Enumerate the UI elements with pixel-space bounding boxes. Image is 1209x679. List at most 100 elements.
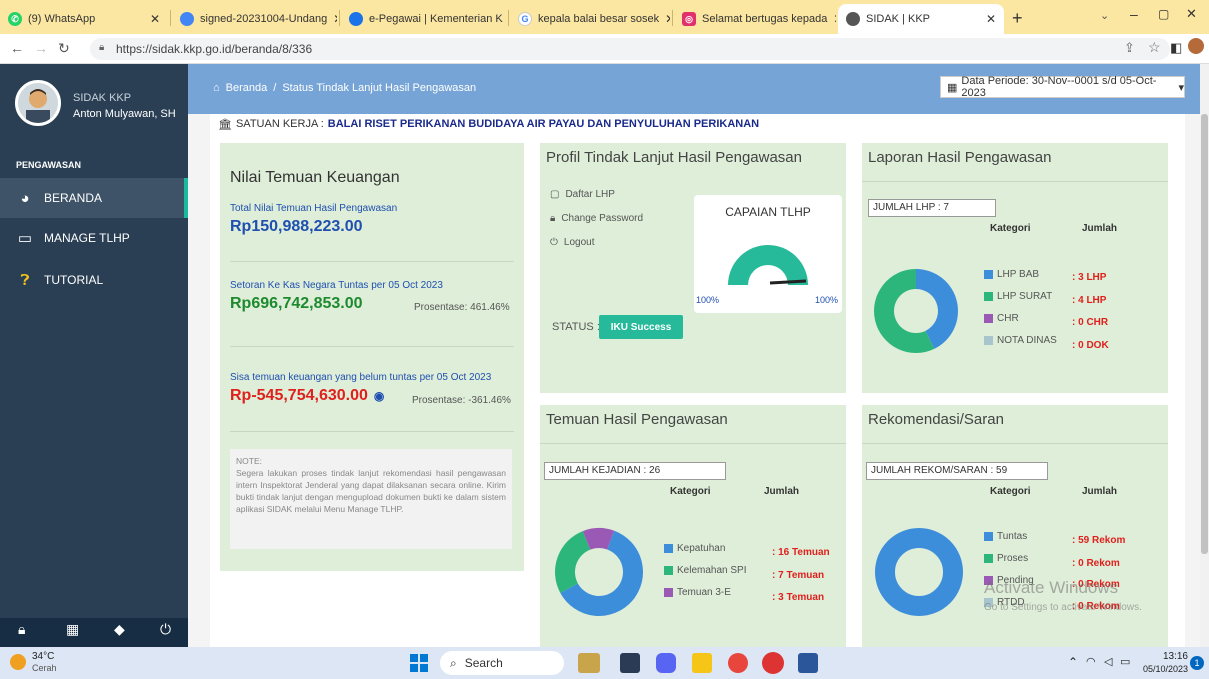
whatsapp-icon: ✆: [8, 12, 22, 26]
close-icon[interactable]: ✕: [659, 12, 670, 26]
battery-icon[interactable]: ▭: [1120, 655, 1130, 668]
period-dropdown[interactable]: ▦ Data Periode: 30-Nov--0001 s/d 05-Oct-…: [940, 75, 1185, 99]
notification-badge[interactable]: 1: [1190, 656, 1204, 670]
close-window-button[interactable]: ✕: [1186, 6, 1197, 22]
jumlah-lhp-box: JUMLAH LHP : 7: [868, 199, 996, 217]
word-icon[interactable]: [798, 653, 818, 673]
divider: [230, 346, 514, 347]
legend-swatch: [984, 314, 993, 323]
period-text: Data Periode: 30-Nov--0001 s/d 05-Oct-20…: [961, 75, 1157, 99]
tab-signed[interactable]: signed-20231004-Undang ✕: [172, 4, 337, 34]
close-icon[interactable]: ✕: [144, 12, 160, 26]
legend-swatch: [984, 336, 993, 345]
weather-sun-icon[interactable]: [10, 654, 26, 670]
taskview-icon[interactable]: [620, 653, 640, 673]
panel-profil: Profil Tindak Lanjut Hasil Pengawasan ▢ D…: [540, 143, 846, 393]
power-icon[interactable]: ⏻: [160, 621, 171, 638]
activate-windows-title: Activate Windows: [984, 578, 1119, 597]
gauge-title: CAPAIAN TLHP: [725, 205, 811, 219]
taskbar-search[interactable]: ⌕ Search: [440, 651, 564, 675]
tag-icon[interactable]: ◆: [114, 621, 125, 638]
grid-icon[interactable]: ▦: [66, 621, 79, 638]
tray-up-icon[interactable]: ⌃: [1068, 655, 1078, 669]
address-bar[interactable]: 🔒︎ https://sidak.kkp.go.id/beranda/8/336: [90, 38, 1170, 60]
monitor-icon: ▭: [17, 230, 33, 247]
scrollbar-thumb[interactable]: [1201, 114, 1208, 554]
tab-google-search[interactable]: G kepala balai besar sosek ✕: [510, 4, 670, 34]
satuan-label: SATUAN KERJA :: [235, 118, 324, 130]
windows-start-icon[interactable]: [410, 654, 428, 672]
taskbar-app-icon[interactable]: [578, 653, 600, 673]
reload-icon[interactable]: ↻: [58, 40, 70, 57]
tab-search-icon[interactable]: ⌄: [1100, 9, 1109, 22]
tab-instagram[interactable]: ◎ Selamat bertugas kepada ✕: [674, 4, 836, 34]
legend-label: Temuan 3-E: [677, 587, 731, 598]
legend-label: NOTA DINAS: [997, 335, 1057, 346]
bookmark-star-icon[interactable]: ☆: [1148, 39, 1161, 56]
lock-icon[interactable]: 🔒︎: [18, 621, 25, 638]
tab-whatsapp[interactable]: ✆ (9) WhatsApp ✕: [0, 4, 168, 34]
close-icon[interactable]: ✕: [827, 12, 836, 26]
profile-avatar[interactable]: [1188, 38, 1204, 54]
document-icon: ▢: [550, 189, 560, 200]
legend-proses: Proses: [984, 553, 1028, 564]
setoran-value: Rp696,742,853.00: [230, 295, 363, 312]
kategori-header: Kategori: [670, 486, 711, 497]
file-explorer-icon[interactable]: [692, 653, 712, 673]
chrome-active-icon[interactable]: [762, 652, 784, 674]
close-icon[interactable]: ✕: [980, 12, 996, 26]
new-tab-button[interactable]: +: [1012, 8, 1023, 29]
value-nota-dinas: : 0 DOK: [1072, 340, 1109, 351]
eye-icon[interactable]: ◉: [374, 389, 384, 403]
clock-date: 05/10/2023: [1142, 664, 1188, 674]
link-logout[interactable]: ⏻ Logout: [550, 237, 595, 248]
back-arrow-icon[interactable]: ←: [10, 40, 24, 56]
side-panel-icon[interactable]: ◧: [1170, 40, 1182, 56]
page-scrollbar[interactable]: [1200, 64, 1209, 647]
sisa-value: Rp-545,754,630.00: [230, 387, 368, 404]
chat-icon[interactable]: [656, 653, 676, 673]
tab-divider: [170, 10, 171, 26]
minimize-button[interactable]: –: [1130, 6, 1138, 22]
panel-keuangan: Nilai Temuan Keuangan Total Nilai Temuan…: [220, 143, 524, 571]
sidebar-item-beranda[interactable]: ◕ BERANDA: [0, 178, 188, 218]
search-placeholder: Search: [464, 656, 503, 670]
chrome-icon[interactable]: [728, 653, 748, 673]
tab-epegawai[interactable]: e-Pegawai | Kementerian K ✕: [341, 4, 506, 34]
tab-sidak[interactable]: SIDAK | KKP ✕: [838, 4, 1004, 34]
maximize-button[interactable]: ▢: [1158, 7, 1169, 21]
close-icon[interactable]: ✕: [327, 12, 337, 26]
divider: [862, 443, 1168, 444]
forward-arrow-icon[interactable]: →: [34, 40, 48, 56]
sidebar-item-tutorial[interactable]: ❓︎ TUTORIAL: [0, 260, 188, 300]
instagram-icon: ◎: [682, 12, 696, 26]
lock-icon: 🔒︎: [99, 42, 105, 53]
gauge-min-label: 100%: [696, 295, 720, 305]
sidebar-item-label: MANAGE TLHP: [44, 231, 130, 245]
share-icon[interactable]: ⇪: [1124, 40, 1135, 56]
sidebar-item-manage-tlhp[interactable]: ▭ MANAGE TLHP: [0, 218, 188, 258]
link-change-password[interactable]: 🔒︎ Change Password: [550, 213, 643, 224]
breadcrumb-home[interactable]: Beranda: [226, 82, 268, 94]
rekom-title: Rekomendasi/Saran: [868, 411, 1004, 428]
avatar[interactable]: [15, 80, 61, 126]
wifi-icon[interactable]: ◠: [1086, 655, 1096, 668]
link-daftar-lhp[interactable]: ▢ Daftar LHP: [550, 189, 615, 200]
start-square: [410, 654, 418, 662]
question-icon: ❓︎: [20, 271, 30, 289]
gauge-needle: [769, 279, 807, 285]
speaker-icon[interactable]: ◁: [1104, 655, 1112, 668]
tab-label: kepala balai besar sosek: [538, 13, 660, 25]
legend-lhp-bab: LHP BAB: [984, 269, 1039, 280]
chart-pie-icon: ◕: [20, 189, 30, 207]
breadcrumb: ⌂ Beranda / Status Tindak Lanjut Hasil P…: [213, 82, 476, 94]
total-label: Total Nilai Temuan Hasil Pengawasan: [230, 203, 398, 214]
close-icon[interactable]: ✕: [503, 12, 506, 26]
value-proses: : 0 Rekom: [1072, 558, 1120, 569]
tab-label: Selamat bertugas kepada: [702, 13, 828, 25]
legend-chr: CHR: [984, 313, 1019, 324]
legend-swatch: [984, 532, 993, 541]
gauge-card: CAPAIAN TLHP 100% 100%: [694, 195, 842, 313]
sidebar-item-label: TUTORIAL: [44, 273, 104, 287]
temuan-donut-chart: [555, 528, 643, 616]
